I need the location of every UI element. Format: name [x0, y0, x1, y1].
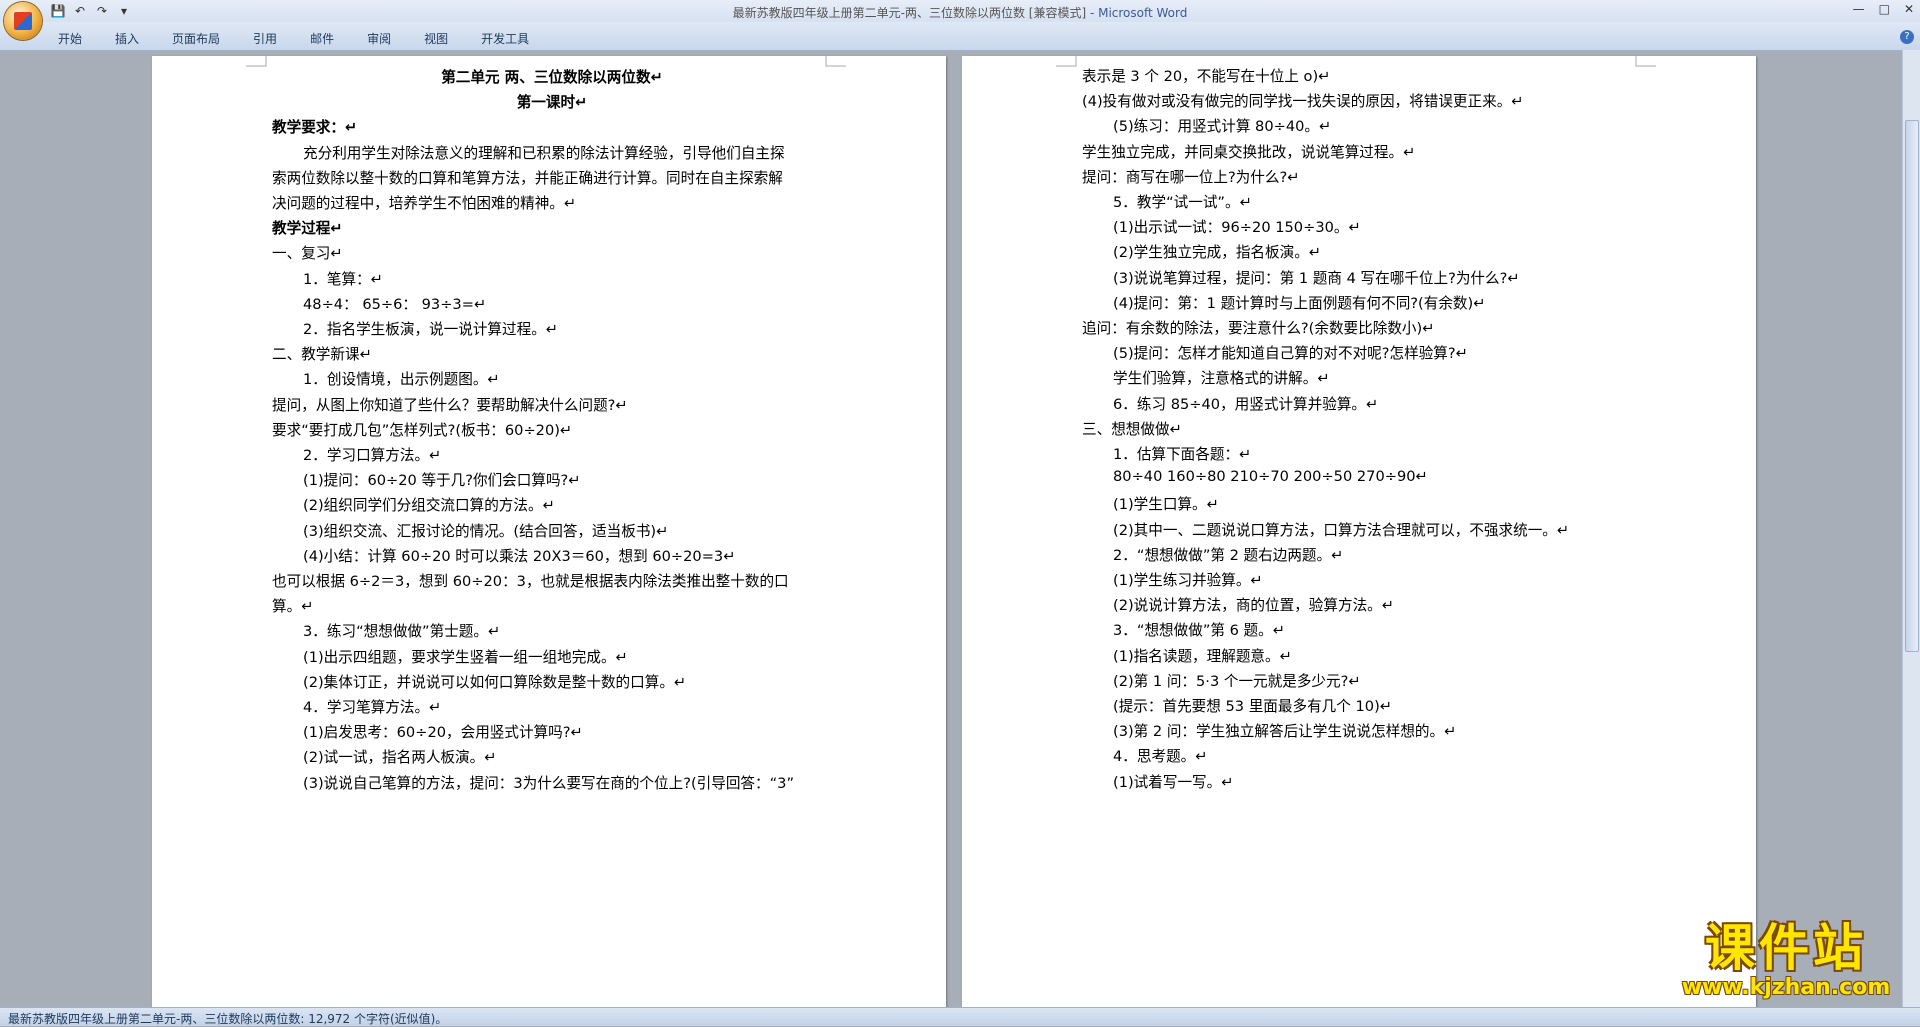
minimize-button[interactable]: — — [1853, 2, 1865, 16]
paragraph-line-left: (2)集体订正，并说说可以如何口算除数是整十数的口算。↵ — [303, 673, 687, 691]
tab-0[interactable]: 开始 — [58, 30, 82, 47]
ribbon: 开始 插入 页面布局 引用 邮件 审阅 视图 开发工具 ? — [0, 22, 1920, 51]
paragraph-line-left: 提问，从图上你知道了些什么？要帮助解决什么问题?↵ — [272, 396, 628, 414]
paragraph-line-left: 二、教学新课↵ — [272, 346, 372, 364]
vertical-scrollbar[interactable] — [1902, 50, 1920, 1007]
document-page-right[interactable]: 表示是 3 个 20，不能写在十位上 o)↵ (4)投有做对或没有做完的同学找一找… — [962, 56, 1756, 1008]
watermark-url: www.kjzhan.com — [1681, 975, 1891, 1000]
paragraph-line-left: (3)组织交流、汇报讨论的情况。(结合回答，适当板书)↵ — [303, 522, 669, 540]
paragraph-line-left: (3)说说自己笔算的方法，提问：3为什么要写在商的个位上?(引导回答：“3” — [303, 774, 795, 792]
status-text: 最新苏教版四年级上册第二单元-两、三位数除以两位数: 12,972 个字符(近似… — [8, 1012, 448, 1026]
crop-mark-top-left — [246, 56, 267, 67]
paragraph-line-right: 学生们验算，注意格式的讲解。↵ — [1113, 370, 1330, 388]
paragraph-line-right: 1．估算下面各题：↵ — [1113, 446, 1252, 463]
paragraph-line-left: 3．练习“想想做做”第士题。↵ — [303, 623, 501, 641]
paragraph-line-left: 第一课时↵ — [516, 94, 588, 112]
office-button[interactable] — [4, 2, 42, 40]
tab-4[interactable]: 邮件 — [310, 30, 334, 47]
help-icon[interactable]: ? — [1900, 30, 1914, 44]
app-name: - Microsoft Word — [1086, 6, 1188, 20]
paragraph-line-right: 5．教学“试一试”。↵ — [1113, 194, 1252, 211]
paragraph-line-left: 索两位数除以整十数的口算和笔算方法，并能正确进行计算。同时在自主探索解 — [272, 169, 783, 187]
paragraph-line-right: 4．思考题。↵ — [1113, 748, 1208, 766]
watermark-logo: 课件站 www.kjzhan.com — [1668, 920, 1904, 1002]
status-bar: 最新苏教版四年级上册第二单元-两、三位数除以两位数: 12,972 个字符(近似… — [0, 1007, 1920, 1026]
paragraph-line-right: 提问：商写在哪一位上?为什么?↵ — [1082, 168, 1300, 186]
paragraph-line-left: (2)组织同学们分组交流口算的方法。↵ — [303, 497, 555, 515]
paragraph-line-right: (3)第 2 问：学生独立解答后让学生说说怎样想的。↵ — [1113, 723, 1457, 741]
title-bar: 💾 ↶ ↷ ▾ 最新苏教版四年级上册第二单元-两、三位数除以两位数 [兼容模式]… — [0, 0, 1920, 22]
window-controls: — □ ✕ — [1853, 2, 1914, 16]
paragraph-line-right: (5)提问：怎样才能知道自己算的对不对呢?怎样验算?↵ — [1113, 345, 1468, 363]
paragraph-line-right: (5)练习：用竖式计算 80÷40。↵ — [1113, 118, 1332, 136]
paragraph-line-right: (2)学生独立完成，指名板演。↵ — [1113, 244, 1322, 262]
paragraph-line-left: 也可以根据 6÷2＝3，想到 60÷20：3，也就是根据表内除法类推出整十数的口 — [272, 573, 789, 590]
close-button[interactable]: ✕ — [1904, 2, 1914, 16]
paragraph-line-left: 教学要求：↵ — [272, 119, 358, 137]
tab-7[interactable]: 开发工具 — [481, 30, 529, 47]
paragraph-line-left: 2．学习口算方法。↵ — [303, 447, 442, 464]
paragraph-line-left: 决问题的过程中，培养学生不怕困难的精神。↵ — [272, 195, 577, 212]
office-logo-icon — [14, 12, 32, 30]
crop-mark-top-right — [1635, 56, 1656, 67]
tab-6[interactable]: 视图 — [424, 30, 448, 47]
paragraph-line-right: (1)试着写一写。↵ — [1113, 773, 1234, 791]
document-page-left[interactable]: 第二单元 两、三位数除以两位数↵ 第一课时↵ 教学要求：↵ 充分利用学生对除法意义的理… — [152, 56, 946, 1008]
paragraph-line-left: (4)小结：计算 60÷20 时可以乘法 20X3＝60，想到 60÷20=3↵ — [303, 547, 736, 565]
document-title: 最新苏教版四年级上册第二单元-两、三位数除以两位数 [兼容模式] — [732, 6, 1087, 20]
window-title: 最新苏教版四年级上册第二单元-两、三位数除以两位数 [兼容模式] - Micro… — [0, 4, 1920, 21]
tab-2[interactable]: 页面布局 — [172, 30, 220, 47]
paragraph-line-right: (1)学生练习并验算。↵ — [1113, 572, 1263, 589]
paragraph-line-left: (1)出示四组题，要求学生竖着一组一组地完成。↵ — [303, 648, 628, 666]
paragraph-line-left: 1．创设情境，出示例题图。↵ — [303, 371, 500, 389]
maximize-button[interactable]: □ — [1879, 2, 1890, 16]
tab-5[interactable]: 审阅 — [367, 30, 391, 47]
paragraph-line-right: (1)指名读题，理解题意。↵ — [1113, 647, 1292, 665]
paragraph-line-right: (4)提问：第：1 题计算时与上面例题有何不同?(有余数)↵ — [1113, 294, 1486, 312]
paragraph-line-left: 算。↵ — [272, 598, 314, 616]
paragraph-line-right: (2)说说计算方法，商的位置，验算方法。↵ — [1113, 597, 1394, 615]
paragraph-line-right: 3．“想想做做”第 6 题。↵ — [1113, 622, 1285, 640]
paragraph-line-right: 学生独立完成，并同桌交换批改，说说笔算过程。↵ — [1082, 143, 1416, 161]
paragraph-line-right: 追问：有余数的除法，要注意什么?(余数要比除数小)↵ — [1082, 320, 1435, 337]
paragraph-line-left: (1)启发思考：60÷20，会用竖式计算吗?↵ — [303, 724, 583, 742]
paragraph-line-right: (1)学生口算。↵ — [1113, 496, 1219, 514]
paragraph-line-right: (提示：首先要想 53 里面最多有几个 10)↵ — [1113, 698, 1392, 715]
paragraph-line-left: 1．笔算：↵ — [303, 270, 383, 288]
paragraph-line-right: (1)出示试一试：96÷20 150÷30。↵ — [1113, 219, 1361, 237]
tab-1[interactable]: 插入 — [115, 30, 139, 47]
crop-mark-top-left — [1056, 56, 1077, 67]
paragraph-line-right: (4)投有做对或没有做完的同学找一找失误的原因，将错误更正来。↵ — [1082, 93, 1524, 111]
tab-3[interactable]: 引用 — [253, 30, 277, 47]
paragraph-line-right: (2)第 1 问：5·3 个一元就是多少元?↵ — [1113, 672, 1361, 690]
paragraph-line-right: 6．练习 85÷40，用竖式计算并验算。↵ — [1113, 395, 1379, 413]
watermark-text: 课件站 — [1705, 919, 1867, 977]
paragraph-line-right: (3)说说笔算过程，提问：第 1 题商 4 写在哪千位上?为什么?↵ — [1113, 269, 1520, 287]
paragraph-line-right: (2)其中一、二题说说口算方法，口算方法合理就可以，不强求统一。↵ — [1113, 521, 1570, 539]
paragraph-line-left: 教学过程↵ — [272, 220, 343, 238]
paragraph-line-left: (2)试一试，指名两人板演。↵ — [303, 749, 497, 767]
ribbon-tabs: 开始 插入 页面布局 引用 邮件 审阅 视图 开发工具 — [58, 30, 562, 47]
scrollbar-thumb[interactable] — [1905, 120, 1919, 652]
paragraph-line-left: 4．学习笔算方法。↵ — [303, 699, 442, 716]
paragraph-line-left: 2．指名学生板演，说一说计算过程。↵ — [303, 321, 559, 338]
paragraph-line-left: (1)提问：60÷20 等于几?你们会口算吗?↵ — [303, 472, 581, 490]
paragraph-line-left: 一、复习↵ — [272, 245, 343, 263]
paragraph-line-left: 48÷4： 65÷6： 93÷3=↵ — [303, 295, 487, 313]
paragraph-line-right: 三、想想做做↵ — [1082, 420, 1182, 438]
paragraph-line-left: 第二单元 两、三位数除以两位数↵ — [441, 69, 663, 86]
paragraph-line-right: 表示是 3 个 20，不能写在十位上 o)↵ — [1082, 68, 1331, 85]
paragraph-line-left: 要求“要打成几包”怎样列式?(板书：60÷20)↵ — [272, 421, 573, 439]
paragraph-line-right: 2．“想想做做”第 2 题右边两题。↵ — [1113, 546, 1344, 564]
paragraph-line-left: 充分利用学生对除法意义的理解和已积累的除法计算经验，引导他们自主探 — [303, 144, 785, 162]
paragraph-line-right: 80÷40 160÷80 210÷70 200÷50 270÷90↵ — [1113, 468, 1428, 486]
